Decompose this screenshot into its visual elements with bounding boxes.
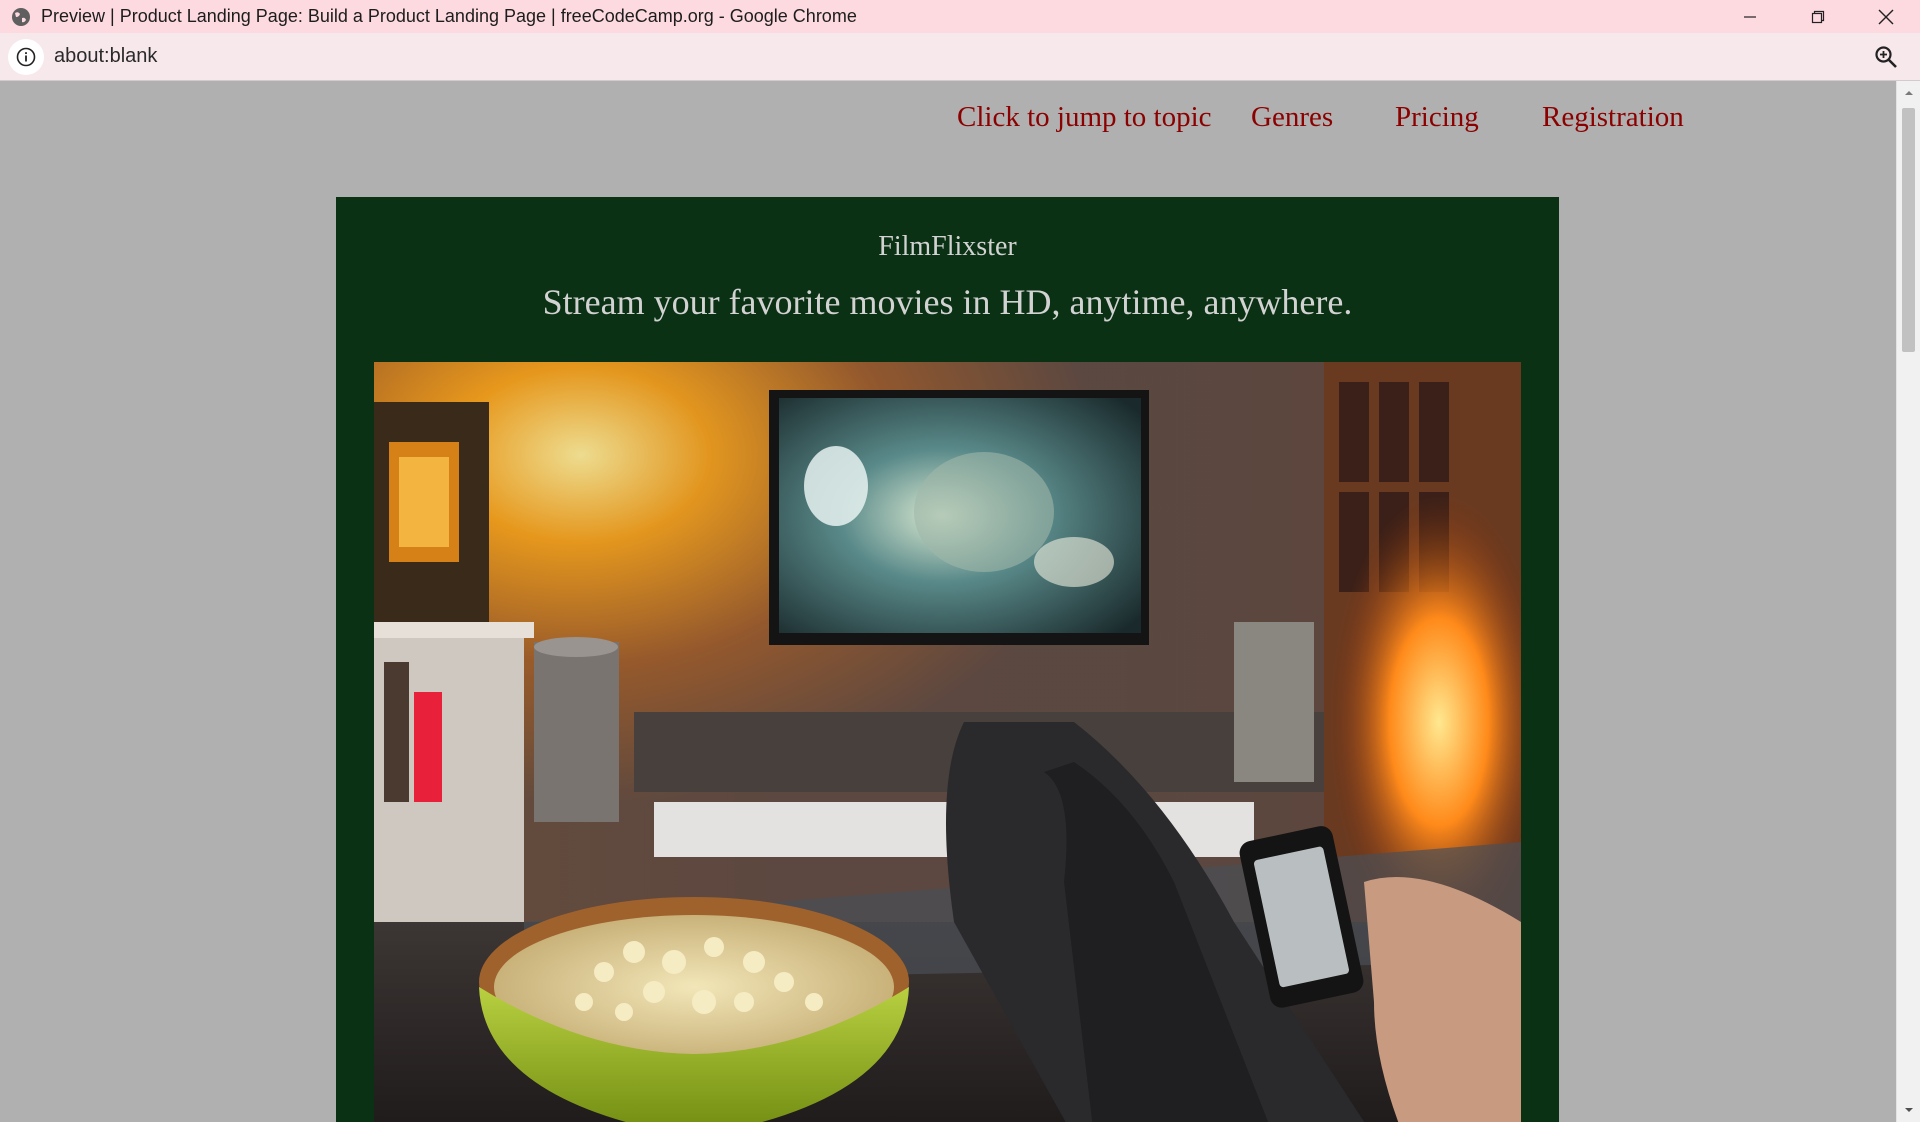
nav-link-jump-to-topic[interactable]: Click to jump to topic xyxy=(957,101,1212,134)
vertical-scrollbar[interactable] xyxy=(1896,81,1920,1122)
globe-icon xyxy=(11,7,31,27)
hero-section: FilmFlixster Stream your favorite movies… xyxy=(336,197,1559,1122)
nav-link-pricing[interactable]: Pricing xyxy=(1395,101,1479,134)
hero-tagline: Stream your favorite movies in HD, anyti… xyxy=(542,282,1353,322)
page-viewport: Click to jump to topic Genres Pricing Re… xyxy=(0,81,1896,1122)
nav-link-genres[interactable]: Genres xyxy=(1251,101,1333,134)
zoom-button[interactable] xyxy=(1872,43,1900,71)
scroll-up-button[interactable] xyxy=(1897,83,1920,103)
window-title-bar: Preview | Product Landing Page: Build a … xyxy=(0,0,1920,33)
window-title: Preview | Product Landing Page: Build a … xyxy=(41,6,857,26)
site-info-button[interactable] xyxy=(8,38,44,75)
chevron-down-icon xyxy=(1904,1108,1913,1112)
window-controls xyxy=(1716,0,1920,33)
info-icon xyxy=(16,47,36,66)
hero-image xyxy=(374,362,1521,1122)
scroll-down-button[interactable] xyxy=(1897,1100,1920,1120)
restore-icon xyxy=(1811,10,1825,23)
brand-name: FilmFlixster xyxy=(878,231,1017,262)
scrollbar-thumb[interactable] xyxy=(1902,108,1915,352)
chevron-up-icon xyxy=(1904,91,1913,95)
nav-link-registration[interactable]: Registration xyxy=(1542,101,1684,134)
restore-button[interactable] xyxy=(1784,0,1852,33)
minimize-button[interactable] xyxy=(1716,0,1784,33)
url-field[interactable]: about:blank xyxy=(54,45,157,68)
minimize-icon xyxy=(1744,15,1756,18)
close-icon xyxy=(1878,9,1894,24)
close-button[interactable] xyxy=(1852,0,1920,33)
zoom-icon xyxy=(1875,46,1897,68)
address-bar: about:blank xyxy=(0,33,1920,81)
